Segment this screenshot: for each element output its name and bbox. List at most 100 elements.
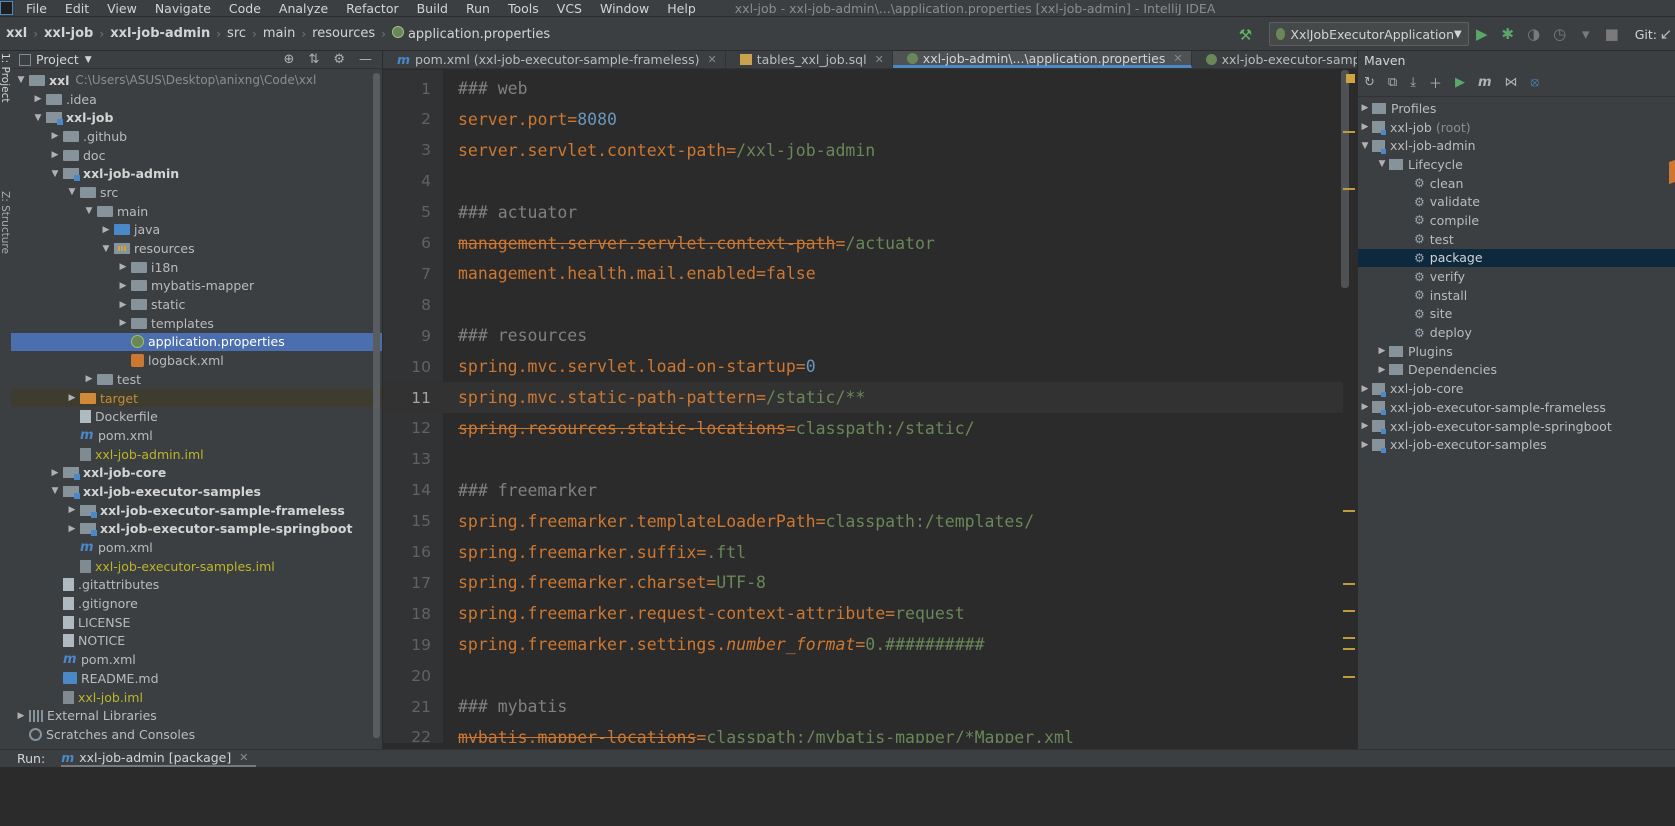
tree-folder-item[interactable]: ▶ xxl-job-executor-sample-springboot	[11, 520, 382, 539]
tree-folder-item[interactable]: ▼ main	[11, 202, 382, 221]
code-line[interactable]: 4	[383, 166, 1343, 197]
tree-file-item[interactable]: LICENSE	[11, 613, 382, 632]
maven-goal-item[interactable]: ⚙ clean	[1358, 174, 1675, 193]
git-update-icon[interactable]: ↙	[1657, 25, 1675, 43]
project-panel-title[interactable]: Project	[36, 52, 79, 67]
tree-file-item[interactable]: logback.xml	[11, 351, 382, 370]
maven-tree-item[interactable]: ▶ Plugins	[1358, 342, 1675, 361]
expand-down-icon[interactable]: ▼	[98, 244, 114, 254]
run-configuration-select[interactable]: XxlJobExecutorApplication ▼	[1268, 22, 1469, 46]
close-icon[interactable]: ✕	[1173, 52, 1182, 65]
toggle-offline-icon[interactable]: ⋈	[1505, 75, 1518, 90]
menu-item-help[interactable]: Help	[658, 1, 705, 16]
maven-tree-item[interactable]: ▶ xxl-job-executor-samples	[1358, 435, 1675, 454]
chevron-down-icon[interactable]: ▼	[85, 55, 92, 65]
code-line[interactable]: 8	[383, 289, 1343, 320]
breadcrumb-item[interactable]: xxl	[0, 26, 33, 41]
code-line[interactable]: 14 ### freemarker	[383, 475, 1343, 506]
project-tool-button[interactable]: 1: Project	[0, 53, 11, 102]
code-line[interactable]: 11 spring.mvc.static-path-pattern=/static…	[383, 382, 1343, 413]
expand-down-icon[interactable]: ▼	[81, 206, 97, 216]
code-line[interactable]: 7 management.health.mail.enabled=false	[383, 258, 1343, 289]
error-stripe-mark[interactable]	[1343, 637, 1355, 639]
code-line[interactable]: 5 ### actuator	[383, 197, 1343, 228]
error-stripe-mark[interactable]	[1343, 188, 1355, 190]
tree-folder-item[interactable]: ▶ xxl-job-core	[11, 463, 382, 482]
tree-file-item[interactable]: xxl-job-executor-samples.iml	[11, 557, 382, 576]
editor-scrollbar[interactable]	[1341, 70, 1349, 288]
maven-goal-item[interactable]: ⚙ package	[1358, 248, 1675, 268]
tree-folder-item[interactable]: ▼ xxl-job-executor-samples	[11, 482, 382, 501]
maven-goal-item[interactable]: ⚙ compile	[1358, 211, 1675, 230]
tree-folder-item[interactable]: ▼ xxl-job-admin	[11, 164, 382, 183]
run-icon[interactable]: ▶	[1469, 25, 1495, 43]
menu-item-refactor[interactable]: Refactor	[337, 1, 407, 16]
tree-folder-item[interactable]: ▶ java	[11, 221, 382, 240]
collapse-all-icon[interactable]: ⇅	[308, 52, 319, 67]
code-editor[interactable]: 1 ### web 2 server.port=8080 3 server.servlet…	[383, 70, 1357, 743]
tree-folder-item[interactable]: ▶ .idea	[11, 90, 382, 109]
expand-right-icon[interactable]: ▶	[1358, 440, 1372, 450]
expand-right-icon[interactable]: ▶	[115, 281, 131, 291]
execute-maven-goal-icon[interactable]: m	[1478, 75, 1492, 90]
expand-right-icon[interactable]: ▶	[64, 505, 80, 515]
menu-item-window[interactable]: Window	[591, 1, 658, 16]
tree-folder-item[interactable]: ▶ i18n	[11, 258, 382, 277]
menu-item-code[interactable]: Code	[220, 1, 270, 16]
maven-goal-item[interactable]: ⚙ install	[1358, 286, 1675, 305]
structure-tool-button[interactable]: Z: Structure	[0, 191, 11, 254]
reload-icon[interactable]: ↻	[1364, 75, 1375, 90]
expand-right-icon[interactable]: ▶	[47, 468, 63, 478]
close-icon[interactable]: ✕	[875, 53, 884, 66]
code-line[interactable]: 12 spring.resources.static-locations=clas…	[383, 413, 1343, 444]
breadcrumb-item[interactable]: main	[257, 26, 301, 41]
expand-right-icon[interactable]: ▶	[98, 225, 114, 235]
expand-down-icon[interactable]: ▼	[30, 113, 46, 123]
expand-right-icon[interactable]: ▶	[81, 374, 97, 384]
run-maven-goal-icon[interactable]: ▶	[1455, 75, 1465, 90]
expand-right-icon[interactable]: ▶	[30, 94, 46, 104]
maven-tree-item[interactable]: ▶ Dependencies	[1358, 361, 1675, 380]
error-stripe-mark[interactable]	[1343, 676, 1355, 678]
code-line[interactable]: 17 spring.freemarker.charset=UTF-8	[383, 567, 1343, 598]
locate-target-icon[interactable]: ⊕	[284, 52, 295, 67]
generate-sources-icon[interactable]: ⧉	[1388, 75, 1397, 90]
stop-icon[interactable]: ■	[1599, 25, 1625, 43]
menu-item-analyze[interactable]: Analyze	[270, 1, 337, 16]
debug-bug-icon[interactable]: ✱	[1495, 25, 1521, 43]
menu-item-file[interactable]: File	[17, 1, 56, 16]
code-line[interactable]: 10 spring.mvc.servlet.load-on-startup=0	[383, 351, 1343, 382]
menu-item-vcs[interactable]: VCS	[548, 1, 591, 16]
maven-goal-item[interactable]: ⚙ test	[1358, 230, 1675, 249]
tree-folder-item[interactable]: ▶ xxl-job-executor-sample-frameless	[11, 501, 382, 520]
expand-right-icon[interactable]: ▶	[1358, 421, 1372, 431]
code-line[interactable]: 21 ### mybatis	[383, 691, 1343, 722]
expand-right-icon[interactable]: ▶	[1358, 103, 1372, 113]
tree-file-item[interactable]: xxl-job-admin.iml	[11, 445, 382, 464]
expand-right-icon[interactable]: ▶	[13, 711, 29, 721]
expand-right-icon[interactable]: ▶	[47, 131, 63, 141]
tree-folder-item[interactable]: ▼ xxl C:\Users\ASUS\Desktop\anixng\Code\xx…	[11, 71, 382, 90]
expand-right-icon[interactable]: ▶	[1375, 365, 1389, 375]
tree-file-item[interactable]: .gitattributes	[11, 576, 382, 595]
tree-file-item[interactable]: .gitignore	[11, 594, 382, 613]
minimize-icon[interactable]: —	[359, 52, 372, 67]
tree-file-item[interactable]: README.md	[11, 669, 382, 688]
tree-file-item[interactable]: m pom.xml	[11, 426, 382, 445]
breadcrumb-item[interactable]: src	[221, 26, 252, 41]
error-stripe-mark[interactable]	[1343, 648, 1355, 650]
menu-item-build[interactable]: Build	[408, 1, 457, 16]
maven-tree-item[interactable]: ▼ xxl-job-admin	[1358, 136, 1675, 155]
maven-tree-item[interactable]: ▶ xxl-job-executor-sample-frameless	[1358, 398, 1675, 417]
editor-tab[interactable]: xxl-job-admin\...\application.properties…	[892, 51, 1192, 68]
tree-folder-item[interactable]: ▶ test	[11, 370, 382, 389]
expand-right-icon[interactable]: ▶	[1358, 122, 1372, 132]
maven-tree-item[interactable]: ▶ xxl-job-executor-sample-springboot	[1358, 417, 1675, 436]
tree-folder-item[interactable]: ▶ templates	[11, 314, 382, 333]
tree-file-item[interactable]: Scratches and Consoles	[11, 725, 382, 744]
error-stripe-mark[interactable]	[1343, 610, 1355, 612]
code-line[interactable]: 19 spring.freemarker.settings.number_form…	[383, 629, 1343, 660]
gear-icon[interactable]: ⚙	[333, 52, 345, 67]
breadcrumb-item[interactable]: resources	[306, 26, 381, 41]
run-console[interactable]	[0, 767, 1675, 826]
